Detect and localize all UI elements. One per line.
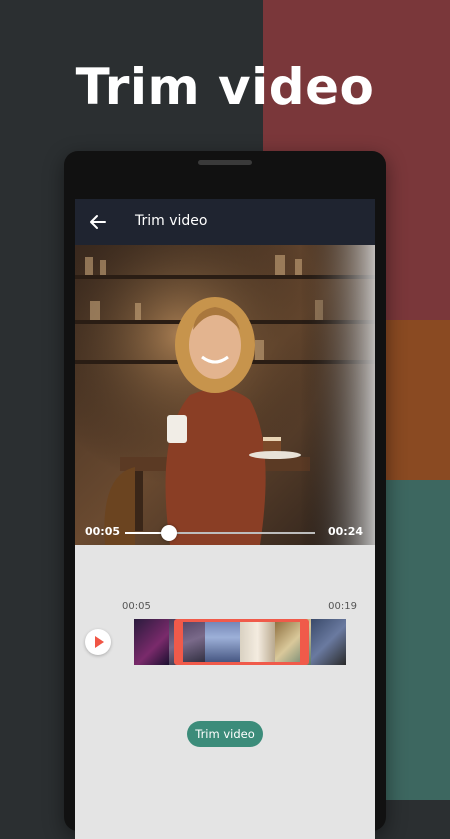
video-frame-image — [75, 245, 375, 545]
trim-editor: 00:05 00:19 Trim video — [75, 545, 375, 839]
arrow-left-icon[interactable] — [89, 213, 107, 231]
play-button[interactable] — [85, 629, 111, 655]
phone-frame: Trim video 00:05 00:24 00:05 00:19 Trim … — [64, 151, 386, 839]
current-time: 00:05 — [85, 525, 121, 538]
appbar-title: Trim video — [135, 213, 208, 229]
headline: Trim video — [75, 58, 375, 116]
seek-bar[interactable] — [125, 525, 315, 541]
app-bar: Trim video — [75, 199, 375, 245]
background-orange-panel — [385, 320, 450, 480]
trim-selection-handles[interactable] — [174, 619, 309, 665]
phone-screen: Trim video 00:05 00:24 00:05 00:19 Trim … — [75, 199, 375, 839]
trim-range-start: 00:05 — [122, 601, 151, 612]
trim-range-end: 00:19 — [328, 601, 357, 612]
background-teal-panel — [385, 480, 450, 800]
frame-thumbnail — [134, 619, 170, 665]
play-icon — [95, 636, 104, 648]
frame-thumbnail — [310, 619, 346, 665]
seek-thumb[interactable] — [160, 525, 177, 541]
trim-video-button[interactable]: Trim video — [187, 721, 263, 747]
duration: 00:24 — [327, 525, 363, 538]
phone-speaker — [198, 160, 252, 165]
video-preview[interactable]: 00:05 00:24 — [75, 245, 375, 545]
